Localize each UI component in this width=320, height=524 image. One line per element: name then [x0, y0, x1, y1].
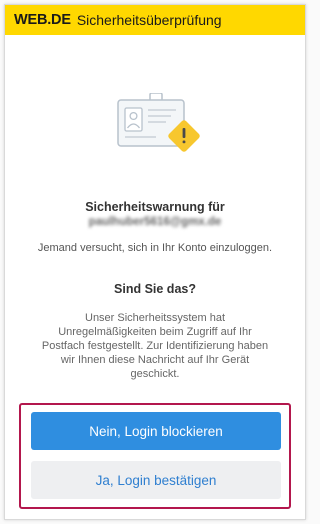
confirmation-question: Sind Sie das?	[114, 282, 196, 296]
account-email: paulhuber5616@gmx.de	[88, 216, 222, 228]
security-explanation: Unser Sicherheitssystem hat Unregelmäßig…	[41, 312, 269, 380]
page-title: Sicherheitsüberprüfung	[76, 12, 222, 28]
warning-title: Sicherheitswarnung für	[85, 200, 225, 214]
app-frame: WEB.DE Sicherheitsüberprüfung Sicherheit…	[4, 4, 306, 520]
header-bar: WEB.DE Sicherheitsüberprüfung	[5, 5, 305, 35]
login-attempt-text: Jemand versucht, sich in Ihr Konto einzu…	[37, 242, 273, 254]
action-buttons-group: Nein, Login blockieren Ja, Login bestäti…	[19, 403, 291, 509]
block-login-button[interactable]: Nein, Login blockieren	[31, 412, 281, 450]
main-content: Sicherheitswarnung für paulhuber5616@gmx…	[5, 35, 305, 519]
brand-logo: WEB.DE	[14, 12, 71, 28]
id-card-warning-illustration	[117, 93, 200, 152]
confirm-login-button[interactable]: Ja, Login bestätigen	[31, 461, 281, 499]
